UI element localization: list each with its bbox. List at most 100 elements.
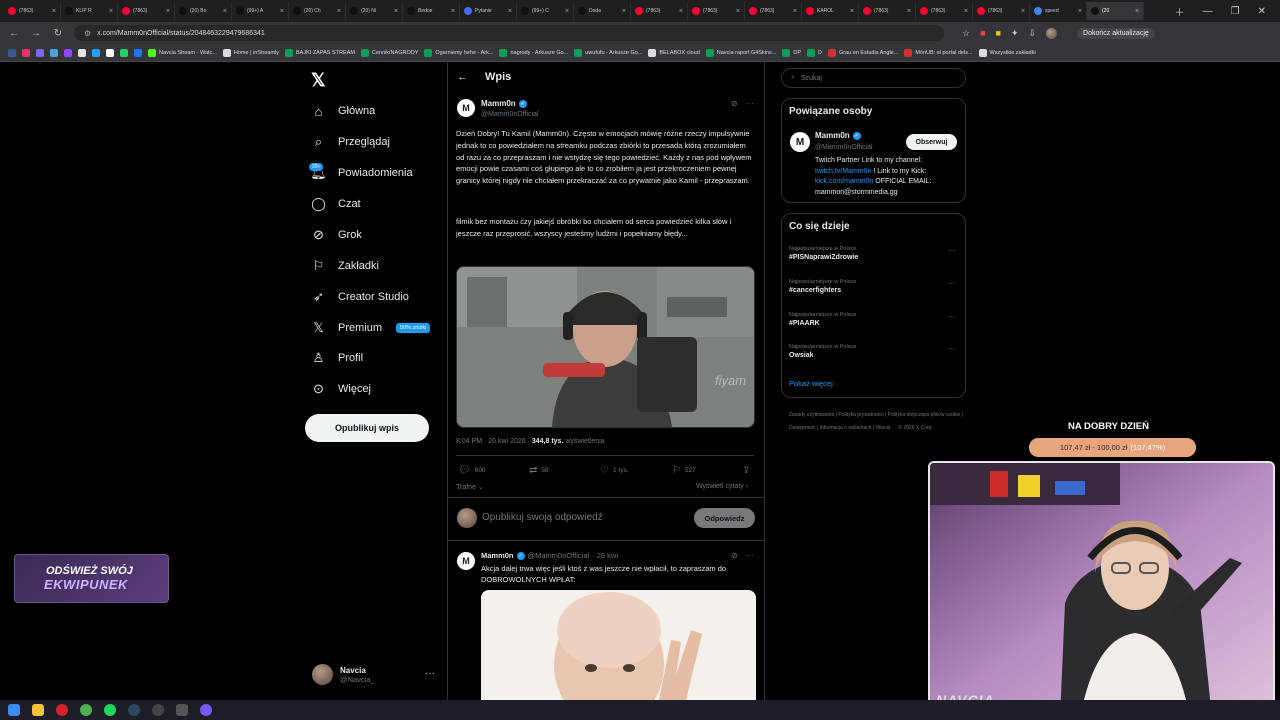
bookmark-app-icon[interactable] bbox=[92, 48, 100, 57]
footer-links[interactable]: Zasady użytkowania | Polityka prywatnośc… bbox=[789, 409, 969, 434]
browser-tab[interactable]: Doda × bbox=[574, 2, 631, 20]
bookmark-app-icon[interactable] bbox=[106, 48, 114, 57]
nav-item-bookmark[interactable]: ⚐ Zakładki bbox=[311, 255, 379, 277]
tab-close-icon[interactable]: × bbox=[793, 8, 797, 15]
bookmark-app-icon[interactable] bbox=[22, 48, 30, 57]
tab-close-icon[interactable]: × bbox=[166, 8, 170, 15]
tab-close-icon[interactable]: × bbox=[394, 8, 398, 15]
browser-tab[interactable]: (7863) × bbox=[4, 2, 61, 20]
related-handle[interactable]: @Mamm0nOfficial bbox=[815, 144, 873, 151]
tab-close-icon[interactable]: × bbox=[679, 8, 683, 15]
close-window-icon[interactable]: ✕ bbox=[1258, 6, 1266, 17]
browser-tab[interactable]: (20) Ni × bbox=[346, 2, 403, 20]
nav-item-more-circle[interactable]: ⊙ Więcej bbox=[311, 378, 371, 400]
browser-tab[interactable]: (20 × bbox=[1087, 2, 1144, 20]
grok-icon[interactable]: ⊘ bbox=[731, 551, 738, 560]
site-info-icon[interactable]: ⚙ bbox=[84, 29, 91, 38]
tab-close-icon[interactable]: × bbox=[451, 8, 455, 15]
post-author[interactable]: Mamm0n ✓ bbox=[481, 99, 527, 108]
bookmark-app-icon[interactable] bbox=[36, 48, 44, 57]
bookmark-app-icon[interactable] bbox=[120, 48, 128, 57]
tab-close-icon[interactable]: × bbox=[508, 8, 512, 15]
tab-close-icon[interactable]: × bbox=[622, 8, 626, 15]
downloads-icon[interactable]: ⇩ bbox=[1029, 28, 1037, 39]
file-explorer-icon[interactable] bbox=[32, 704, 44, 716]
bookmark-star-icon[interactable]: ☆ bbox=[962, 28, 970, 39]
bookmark-item[interactable]: Ogarniemy hehe - Ark... bbox=[424, 48, 493, 57]
author-avatar[interactable]: M bbox=[457, 552, 475, 570]
tab-close-icon[interactable]: × bbox=[907, 8, 911, 15]
view-quotes-link[interactable]: Wyświetl cytaty › bbox=[696, 483, 748, 490]
bookmark-app-icon[interactable] bbox=[8, 48, 16, 57]
reload-icon[interactable]: ↻ bbox=[52, 28, 64, 39]
more-icon[interactable]: ··· bbox=[948, 279, 956, 288]
browser-tab[interactable]: KAROL × bbox=[802, 2, 859, 20]
spotify-icon[interactable] bbox=[104, 704, 116, 716]
bookmark-item[interactable]: BAJKI ZAPAS STREAM bbox=[285, 48, 355, 57]
nav-item-search[interactable]: ⌕ Przeglądaj bbox=[311, 131, 390, 153]
search-input[interactable]: ⌕ Szukaj bbox=[781, 68, 966, 88]
browser-tab[interactable]: (7863) × bbox=[973, 2, 1030, 20]
bookmark-item[interactable]: uwufufu - Arkusze Go... bbox=[574, 48, 642, 57]
tab-close-icon[interactable]: × bbox=[337, 8, 341, 15]
chrome-icon[interactable] bbox=[80, 704, 92, 716]
trend-item[interactable]: Najpopularniejsze w Polsce #PISNaprawiZdr… bbox=[789, 246, 959, 261]
minimize-icon[interactable]: — bbox=[1203, 6, 1213, 17]
nav-item-rocket[interactable]: ➶ Creator Studio bbox=[311, 286, 409, 308]
bookmark-app-icon[interactable] bbox=[50, 48, 58, 57]
author-avatar[interactable]: M bbox=[457, 99, 475, 117]
bookmark-item[interactable]: Grau en Estudis Angle... bbox=[828, 48, 898, 57]
extension-icon[interactable]: ■ bbox=[996, 28, 1001, 38]
url-input[interactable]: ⚙ x.com/Mamm0nOfficial/status/2048463229… bbox=[74, 25, 944, 41]
back-arrow-icon[interactable]: ← bbox=[457, 71, 468, 83]
extension-icon[interactable]: ■ bbox=[980, 28, 985, 38]
reply-stat[interactable]: 💬︎ 600 bbox=[458, 465, 486, 476]
bookmark-item[interactable]: Navcia Stream - Watc... bbox=[148, 48, 217, 57]
more-icon[interactable]: ··· bbox=[948, 344, 956, 353]
bookmark-item[interactable]: BELABOX cloud bbox=[648, 48, 700, 57]
more-icon[interactable]: ··· bbox=[425, 668, 435, 679]
trend-item[interactable]: Najpopularniejsze w Polsce #cancerfighter… bbox=[789, 279, 959, 294]
new-tab-icon[interactable]: ＋ bbox=[1175, 4, 1185, 19]
browser-tab[interactable]: Bedoe × bbox=[403, 2, 460, 20]
update-button[interactable]: Dokończ aktualizację bbox=[1077, 27, 1155, 39]
bookmark-item[interactable]: Cennik/NAGRODY bbox=[360, 48, 418, 57]
like-stat[interactable]: ♡ 1 tys. bbox=[600, 465, 629, 476]
forward-icon[interactable]: → bbox=[30, 28, 42, 39]
browser-tab[interactable]: KLIP R × bbox=[61, 2, 118, 20]
trend-item[interactable]: Najpopularniejsze w Polsce Owsiak ··· bbox=[789, 344, 959, 359]
browser-tab[interactable]: speed × bbox=[1030, 2, 1087, 20]
tab-close-icon[interactable]: × bbox=[1078, 8, 1082, 15]
reply-post-author[interactable]: Mamm0n ✓ @Mamm0nOfficial · 26 kwi bbox=[481, 551, 618, 560]
tab-close-icon[interactable]: × bbox=[1135, 8, 1139, 15]
post-author-handle[interactable]: @Mamm0nOfficial bbox=[481, 111, 539, 118]
tab-close-icon[interactable]: × bbox=[736, 8, 740, 15]
bookmark-item[interactable]: MónUB: el portal dels... bbox=[904, 48, 973, 57]
show-more-link[interactable]: Pokaż więcej bbox=[789, 379, 833, 388]
grok-icon[interactable]: ⊘ bbox=[731, 99, 738, 108]
bookmark-app-icon[interactable] bbox=[64, 48, 72, 57]
obs-icon[interactable] bbox=[152, 704, 164, 716]
more-icon[interactable]: ··· bbox=[948, 312, 956, 321]
browser-tab[interactable]: (7863) × bbox=[745, 2, 802, 20]
bookmark-item[interactable]: DP bbox=[782, 48, 801, 57]
maximize-icon[interactable]: ❐ bbox=[1231, 6, 1240, 17]
sort-dropdown[interactable]: Trafne ⌄ bbox=[456, 483, 484, 491]
browser-tab[interactable]: (7863) × bbox=[631, 2, 688, 20]
bookmark-app-icon[interactable] bbox=[78, 48, 86, 57]
account-switcher[interactable]: Navcia @Navcia_ bbox=[312, 664, 375, 685]
reply-input[interactable]: Opublikuj swoją odpowiedź bbox=[482, 512, 603, 523]
publish-post-button[interactable]: Opublikuj wpis bbox=[305, 414, 429, 442]
bookmark-item[interactable]: Home | inStreamly bbox=[222, 48, 279, 57]
browser-tab[interactable]: (7863) × bbox=[859, 2, 916, 20]
trend-item[interactable]: Najpopularniejsze w Polsce #PIAARK ··· bbox=[789, 312, 959, 327]
browser-tab[interactable]: (7863) × bbox=[118, 2, 175, 20]
windows-start-icon[interactable] bbox=[8, 704, 20, 716]
follow-button[interactable]: Obserwuj bbox=[906, 134, 957, 150]
nav-item-x[interactable]: 𝕏 Premium 50% zniżki bbox=[311, 317, 431, 339]
bookmark-stat[interactable]: ⚐ 527 bbox=[672, 465, 696, 476]
steam-icon[interactable] bbox=[128, 704, 140, 716]
bookmark-item[interactable]: nagrody - Arkusze Go... bbox=[499, 48, 568, 57]
post-video[interactable]: fiyam bbox=[456, 266, 755, 428]
bookmark-item[interactable]: Navcia raport G4Skins... bbox=[705, 48, 776, 57]
